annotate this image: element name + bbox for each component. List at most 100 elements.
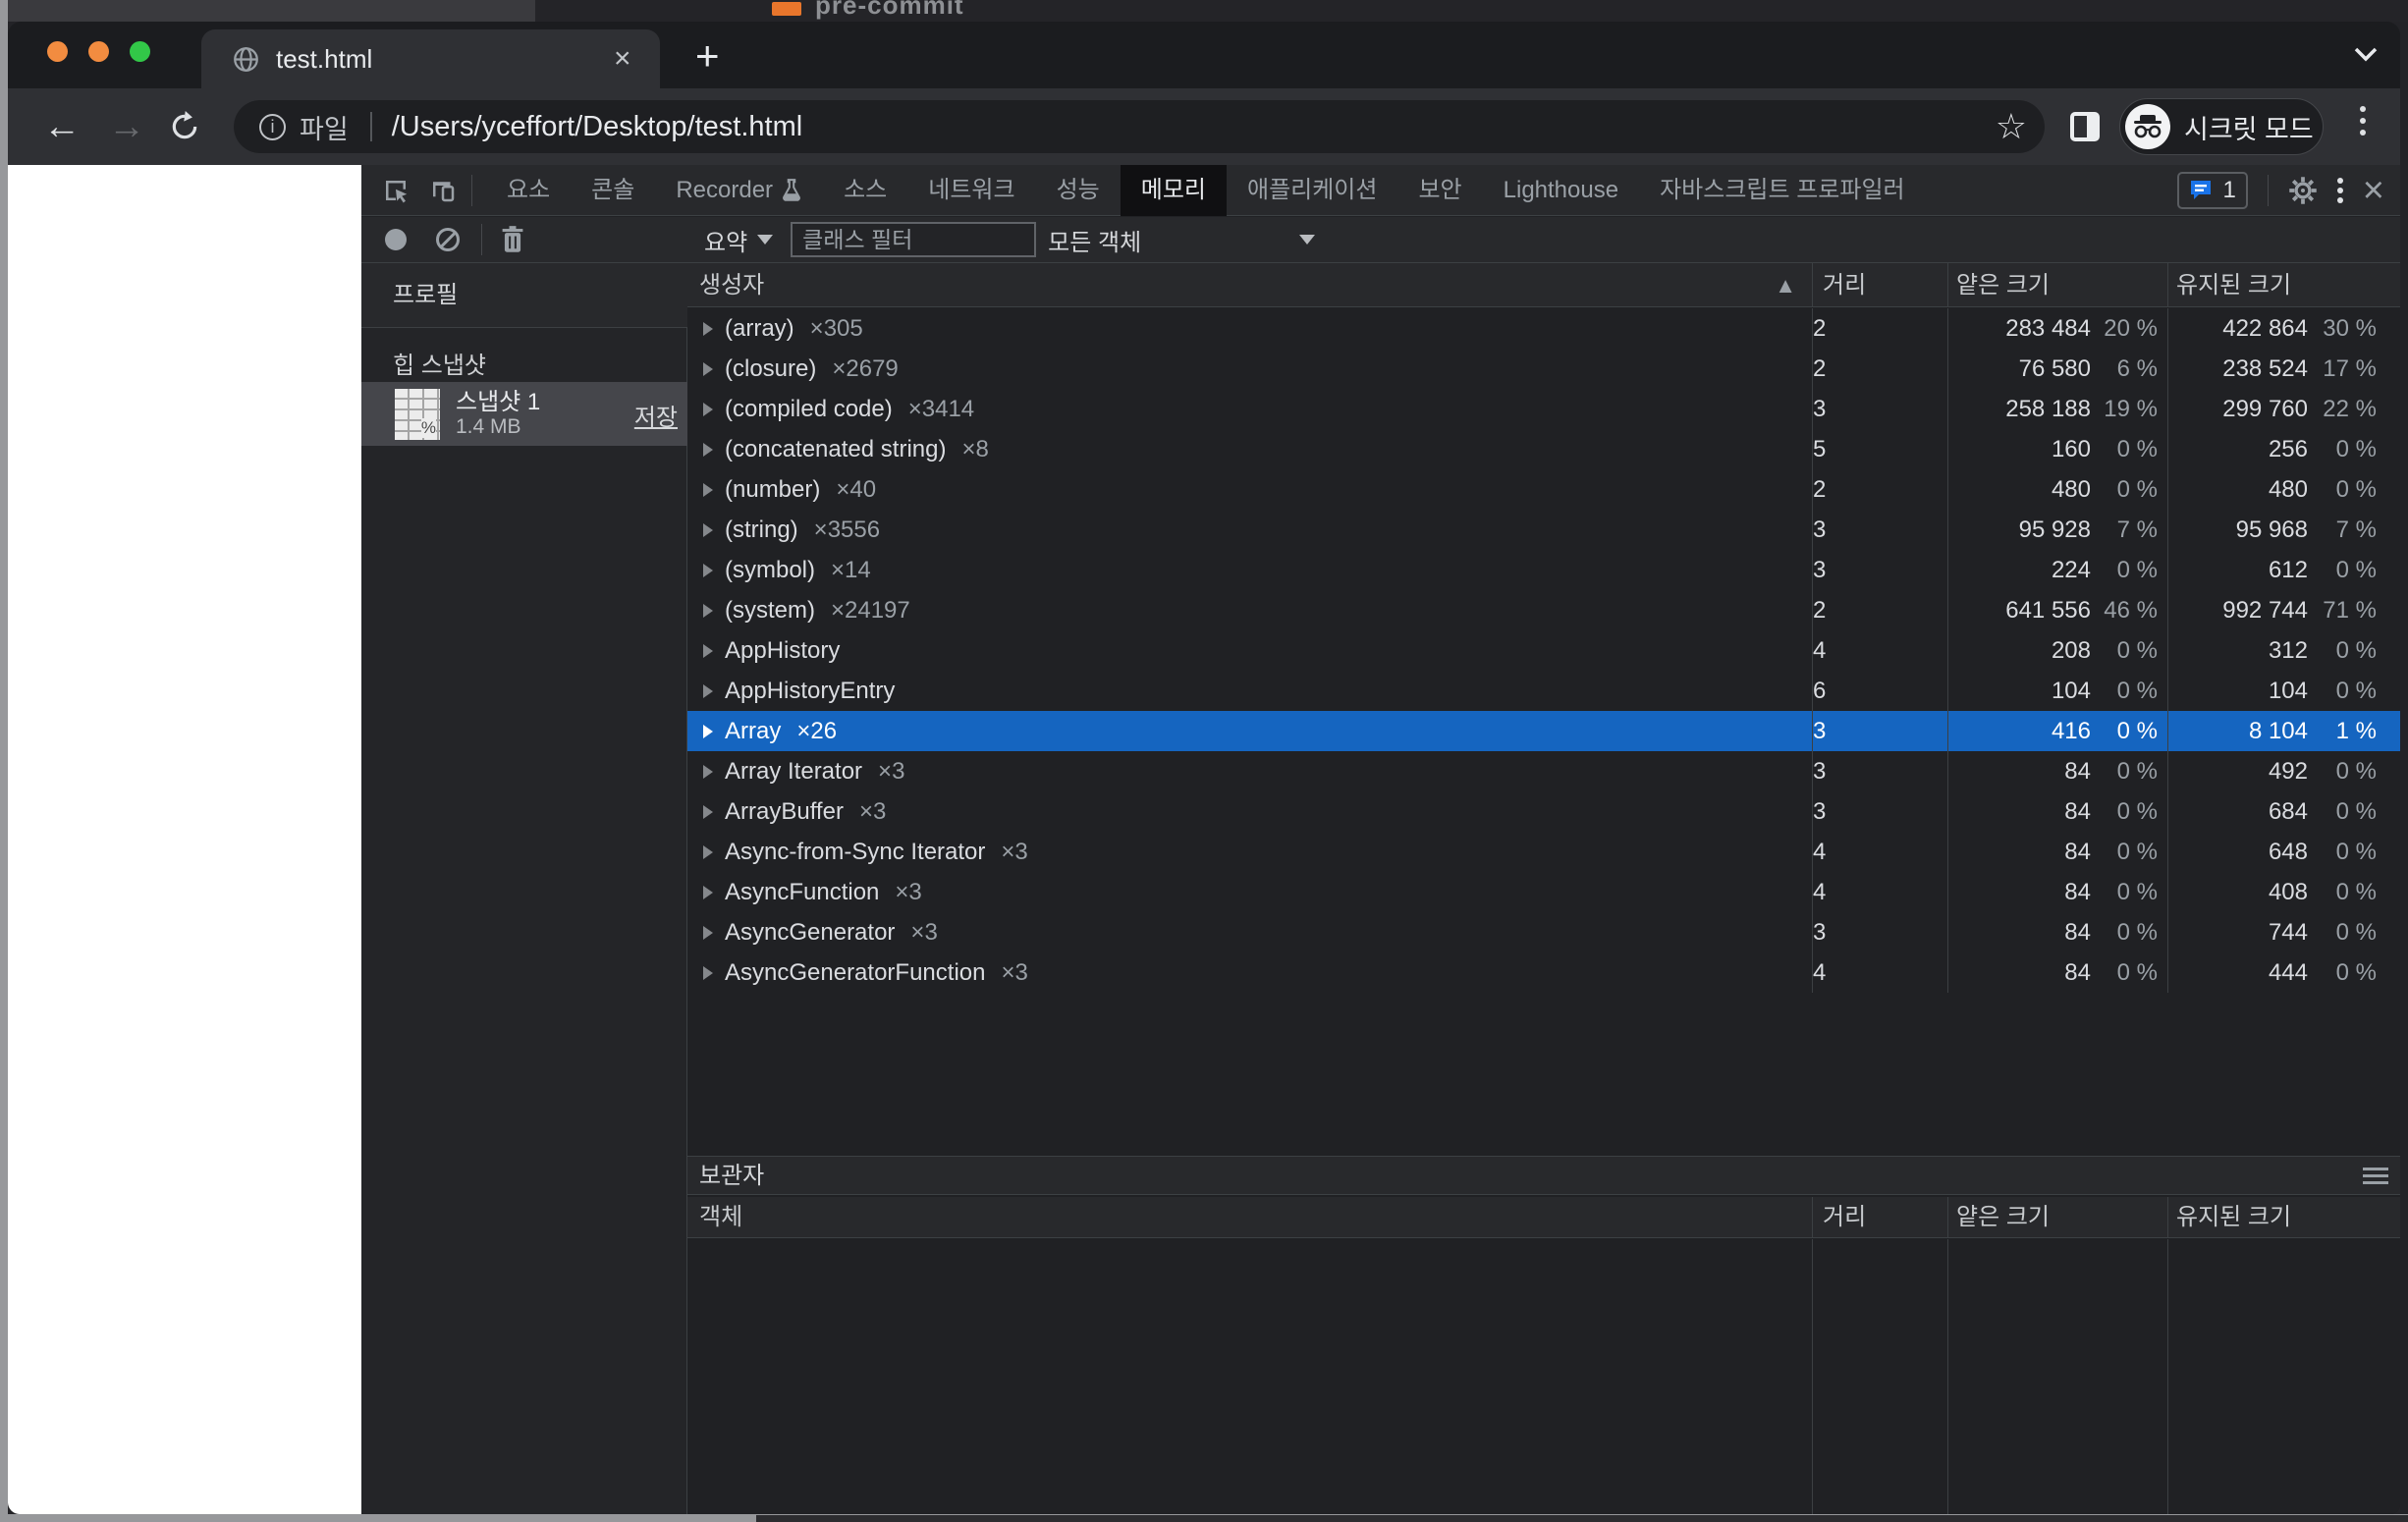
tab-sources[interactable]: 소스 bbox=[823, 165, 907, 216]
table-row[interactable]: (closure) ×2679 2 76 580 6 % 238 524 17 … bbox=[687, 349, 2400, 389]
class-filter-input[interactable] bbox=[791, 222, 1036, 257]
devtools-menu-icon[interactable] bbox=[2335, 174, 2345, 207]
expand-triangle-icon[interactable] bbox=[703, 443, 713, 457]
expand-triangle-icon[interactable] bbox=[703, 564, 713, 577]
retained-size-percent: 30 % bbox=[2308, 308, 2400, 349]
retained-size-percent: 0 % bbox=[2308, 952, 2400, 993]
browser-menu-icon[interactable] bbox=[2355, 100, 2371, 141]
tab-js-profiler[interactable]: 자바스크립트 프로파일러 bbox=[1639, 165, 1926, 216]
tab-close-icon[interactable]: × bbox=[614, 29, 631, 88]
table-row[interactable]: (number) ×40 2 480 0 % 480 0 % bbox=[687, 469, 2400, 510]
shallow-size-percent: 0 % bbox=[2091, 952, 2167, 993]
perspective-select[interactable]: 요약 bbox=[704, 223, 773, 257]
expand-triangle-icon[interactable] bbox=[703, 362, 713, 376]
side-panel-icon[interactable] bbox=[2070, 112, 2100, 141]
expand-triangle-icon[interactable] bbox=[703, 403, 713, 416]
column-object[interactable]: 객체 bbox=[687, 1204, 742, 1230]
page-info-icon[interactable]: i bbox=[259, 114, 286, 140]
snapshot-save-link[interactable]: 저장 bbox=[634, 398, 678, 432]
toolbar-separator bbox=[471, 175, 472, 206]
settings-gear-icon[interactable] bbox=[2288, 176, 2318, 205]
column-shallow-size[interactable]: 얕은 크기 bbox=[1948, 263, 2168, 306]
tab-recorder[interactable]: Recorder bbox=[655, 165, 823, 216]
browser-tab[interactable]: test.html × bbox=[201, 29, 660, 88]
expand-triangle-icon[interactable] bbox=[703, 644, 713, 658]
table-row[interactable]: AsyncGenerator ×3 3 84 0 % 744 0 % bbox=[687, 912, 2400, 952]
expand-triangle-icon[interactable] bbox=[703, 966, 713, 980]
column-distance[interactable]: 거리 bbox=[1813, 263, 1948, 306]
tab-security[interactable]: 보안 bbox=[1397, 165, 1482, 216]
tab-lighthouse[interactable]: Lighthouse bbox=[1483, 165, 1639, 216]
snapshot-item[interactable]: % 스냅샷 1 1.4 MB 저장 bbox=[361, 382, 687, 446]
tab-application[interactable]: 애플리케이션 bbox=[1227, 165, 1397, 216]
sort-ascending-icon[interactable]: ▲ bbox=[1775, 263, 1796, 307]
table-row[interactable]: ArrayBuffer ×3 3 84 0 % 684 0 % bbox=[687, 791, 2400, 832]
table-row[interactable]: (system) ×24197 2 641 556 46 % 992 744 7… bbox=[687, 590, 2400, 630]
reload-button[interactable] bbox=[169, 111, 200, 142]
table-row[interactable]: AsyncFunction ×3 4 84 0 % 408 0 % bbox=[687, 872, 2400, 912]
table-row[interactable]: (concatenated string) ×8 5 160 0 % 256 0… bbox=[687, 429, 2400, 469]
table-row[interactable]: (string) ×3556 3 95 928 7 % 95 968 7 % bbox=[687, 510, 2400, 550]
tab-network[interactable]: 네트워크 bbox=[907, 165, 1035, 216]
forward-button[interactable]: → bbox=[108, 88, 145, 165]
page-content[interactable] bbox=[8, 165, 361, 1514]
zoom-window-button[interactable] bbox=[130, 41, 150, 62]
issues-badge[interactable]: 1 bbox=[2177, 172, 2247, 209]
table-row[interactable]: Array Iterator ×3 3 84 0 % 492 0 % bbox=[687, 751, 2400, 791]
shallow-size-value: 76 580 bbox=[1948, 349, 2091, 389]
bookmark-star-icon[interactable]: ☆ bbox=[1996, 100, 2027, 153]
table-row[interactable]: AppHistoryEntry 6 104 0 % 104 0 % bbox=[687, 671, 2400, 711]
table-row[interactable]: (symbol) ×14 3 224 0 % 612 0 % bbox=[687, 550, 2400, 590]
background-left-edge bbox=[0, 0, 8, 1522]
inspect-element-icon[interactable] bbox=[381, 176, 410, 205]
retained-size-value: 95 968 bbox=[2168, 510, 2308, 550]
expand-triangle-icon[interactable] bbox=[703, 322, 713, 336]
expand-triangle-icon[interactable] bbox=[703, 805, 713, 819]
table-row[interactable]: Array ×26 3 416 0 % 8 104 1 % bbox=[687, 711, 2400, 751]
table-row[interactable]: Async-from-Sync Iterator ×3 4 84 0 % 648… bbox=[687, 832, 2400, 872]
expand-triangle-icon[interactable] bbox=[703, 684, 713, 698]
expand-triangle-icon[interactable] bbox=[703, 926, 713, 940]
expand-triangle-icon[interactable] bbox=[703, 483, 713, 497]
table-row[interactable]: AppHistory 4 208 0 % 312 0 % bbox=[687, 630, 2400, 671]
table-row[interactable]: AsyncGeneratorFunction ×3 4 84 0 % 444 0… bbox=[687, 952, 2400, 993]
column-retained-size[interactable]: 유지된 크기 bbox=[2168, 263, 2400, 306]
tab-search-chevron-icon[interactable] bbox=[2350, 45, 2381, 65]
record-heap-icon[interactable] bbox=[385, 229, 407, 250]
expand-triangle-icon[interactable] bbox=[703, 523, 713, 537]
all-objects-select[interactable]: 모든 객체 bbox=[1048, 223, 1315, 257]
delete-trash-icon[interactable] bbox=[500, 225, 525, 254]
devtools-close-icon[interactable]: × bbox=[2363, 172, 2384, 209]
retainers-grid-body bbox=[687, 1239, 2400, 1514]
file-scheme-label: 파일 bbox=[300, 108, 349, 146]
tab-memory[interactable]: 메모리 bbox=[1121, 165, 1227, 216]
column-constructor[interactable]: 생성자 ▲ bbox=[687, 263, 1813, 306]
retained-size-percent: 0 % bbox=[2308, 630, 2400, 671]
new-tab-button[interactable]: + bbox=[695, 27, 720, 84]
expand-triangle-icon[interactable] bbox=[703, 886, 713, 899]
table-row[interactable]: (array) ×305 2 283 484 20 % 422 864 30 % bbox=[687, 308, 2400, 349]
minimize-window-button[interactable] bbox=[88, 41, 109, 62]
expand-triangle-icon[interactable] bbox=[703, 725, 713, 738]
hamburger-menu-icon[interactable] bbox=[2363, 1168, 2388, 1188]
close-window-button[interactable] bbox=[47, 41, 68, 62]
instance-count: ×14 bbox=[831, 557, 871, 584]
shallow-size-value: 480 bbox=[1948, 469, 2091, 510]
tab-performance[interactable]: 성능 bbox=[1036, 165, 1121, 216]
expand-triangle-icon[interactable] bbox=[703, 765, 713, 779]
tab-elements[interactable]: 요소 bbox=[486, 165, 571, 216]
device-toolbar-icon[interactable] bbox=[428, 176, 458, 205]
shallow-size-value: 104 bbox=[1948, 671, 2091, 711]
profiles-header: 프로필 bbox=[361, 263, 687, 328]
retained-size-value: 422 864 bbox=[2168, 308, 2308, 349]
url-text[interactable]: /Users/yceffort/Desktop/test.html bbox=[392, 111, 803, 143]
table-row[interactable]: (compiled code) ×3414 3 258 188 19 % 299… bbox=[687, 389, 2400, 429]
clear-profiles-icon[interactable] bbox=[436, 228, 460, 251]
retained-size-value: 256 bbox=[2168, 429, 2308, 469]
back-button[interactable]: ← bbox=[43, 88, 81, 165]
expand-triangle-icon[interactable] bbox=[703, 604, 713, 618]
expand-triangle-icon[interactable] bbox=[703, 845, 713, 859]
chevron-down-icon bbox=[757, 235, 773, 245]
address-bar[interactable]: i 파일 /Users/yceffort/Desktop/test.html ☆ bbox=[234, 100, 2045, 153]
tab-console[interactable]: 콘솔 bbox=[571, 165, 655, 216]
